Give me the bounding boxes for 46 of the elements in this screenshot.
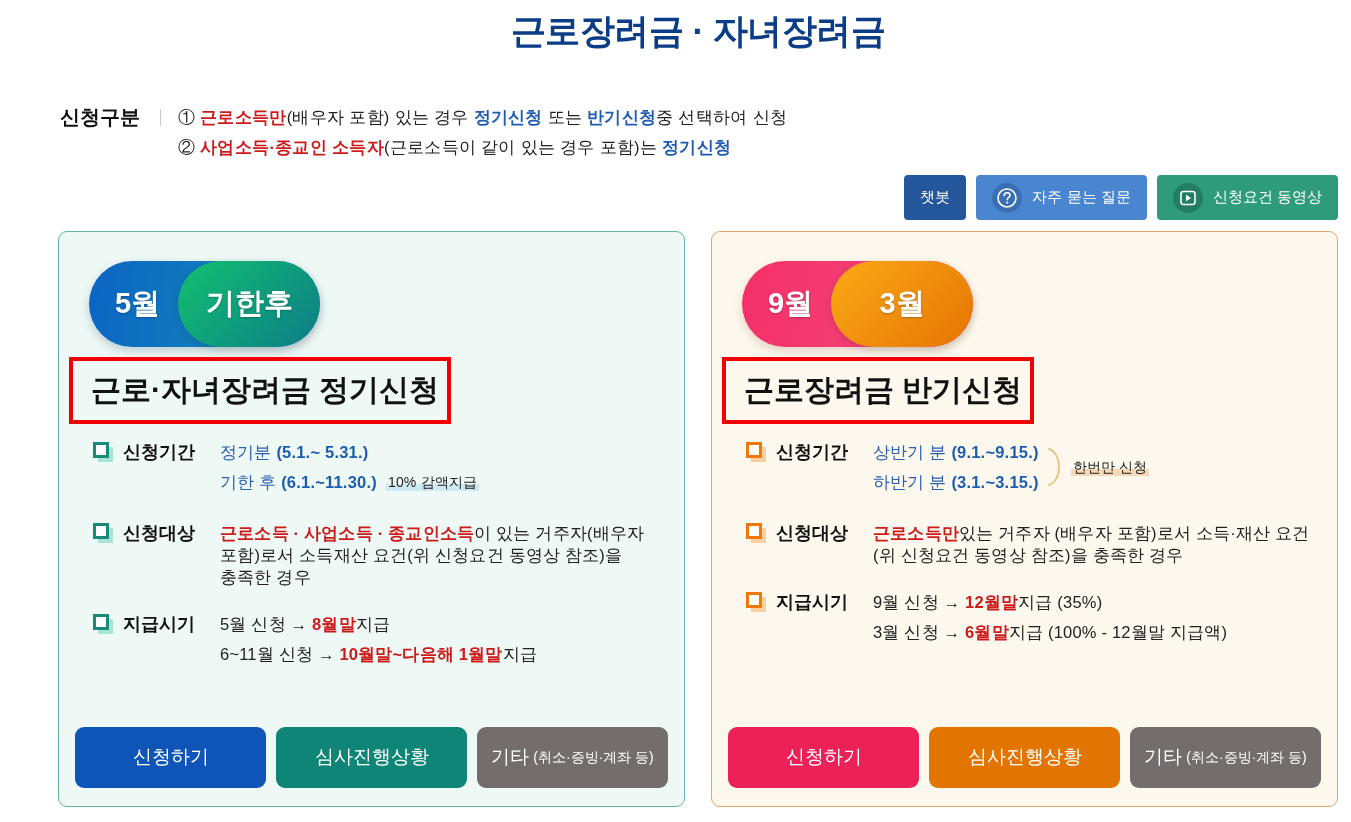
quick-button[interactable]: 챗봇: [904, 175, 967, 220]
square-bullet-icon: [746, 442, 766, 462]
question-icon: [992, 182, 1023, 213]
detail-text: 9월 신청 → 12월말지급 (35%): [873, 592, 1103, 613]
notice-text: ① 근로소득만(배우자 포함) 있는 경우 정기신청 또는 반기신청중 선택하여 신청: [178, 107, 788, 128]
detail-text: 하반기 분 (3.1.~3.15.): [873, 472, 1039, 493]
quick-button[interactable]: 자주 묻는 질문: [976, 175, 1147, 220]
square-bullet-icon: [93, 523, 113, 543]
description-text: 근로소득 · 사업소득 · 종교인소득이 있는 거주자(배우자 포함)로서 소득재산 요건(위 신청요건 동영상 참조)을 충족한 경우: [220, 523, 646, 588]
row-label: 신청대상: [123, 521, 195, 545]
note-text: 10% 감액지급: [385, 473, 480, 491]
row-label: 지급시기: [776, 590, 848, 614]
schedule-pill: 3월: [831, 261, 973, 347]
row-label: 지급시기: [123, 612, 195, 636]
row-label: 신청기간: [776, 440, 848, 464]
square-bullet-icon: [93, 442, 113, 462]
card-title: 근로·자녀장려금 정기신청: [69, 357, 452, 424]
note-text: 한번만 신청: [1070, 458, 1149, 476]
action-button[interactable]: 신청하기: [75, 727, 266, 788]
pill-label: 9월: [768, 286, 814, 322]
detail-text: 정기분 (5.1.~ 5.31.): [220, 442, 369, 463]
detail-text: 6~11월 신청 → 10월말~다음해 1월말지급: [220, 644, 537, 665]
description-text: 근로소득만있는 거주자 (배우자 포함)로서 소득·재산 요건 (위 신청요건 동영상 참조)을 충족한 경우: [873, 523, 1311, 566]
schedule-pill: 기한후: [178, 261, 320, 347]
detail-text: 기한 후 (6.1.~11.30.): [220, 472, 377, 493]
detail-text: 3월 신청 → 6월말지급 (100% - 12월말 지급액): [873, 622, 1228, 643]
pill-label: 5월: [115, 286, 161, 322]
notice-text: ② 사업소득·종교인 소득자(근로소득이 같이 있는 경우 포함)는 정기신청: [178, 137, 733, 158]
action-button[interactable]: 심사진행상황: [929, 727, 1120, 788]
square-bullet-icon: [746, 523, 766, 543]
row-label: 신청대상: [776, 521, 848, 545]
action-button[interactable]: 심사진행상황: [276, 727, 467, 788]
card-title: 근로장려금 반기신청: [722, 357, 1035, 424]
square-bullet-icon: [93, 614, 113, 634]
page-title: 근로장려금 · 자녀장려금: [509, 10, 887, 52]
bracket-icon: [1046, 447, 1061, 487]
row-label: 신청기간: [123, 440, 195, 464]
play-icon: [1172, 182, 1203, 213]
square-bullet-icon: [746, 592, 766, 612]
action-button[interactable]: 기타 (취소·증빙·계좌 등): [1130, 727, 1321, 788]
action-button[interactable]: 신청하기: [728, 727, 919, 788]
quick-button[interactable]: 신청요건 동영상: [1156, 175, 1338, 220]
detail-text: 5월 신청 → 8월말지급: [220, 614, 391, 635]
action-button[interactable]: 기타 (취소·증빙·계좌 등): [477, 727, 668, 788]
detail-text: 상반기 분 (9.1.~9.15.): [873, 442, 1039, 463]
section-label: 신청구분: [60, 105, 140, 130]
